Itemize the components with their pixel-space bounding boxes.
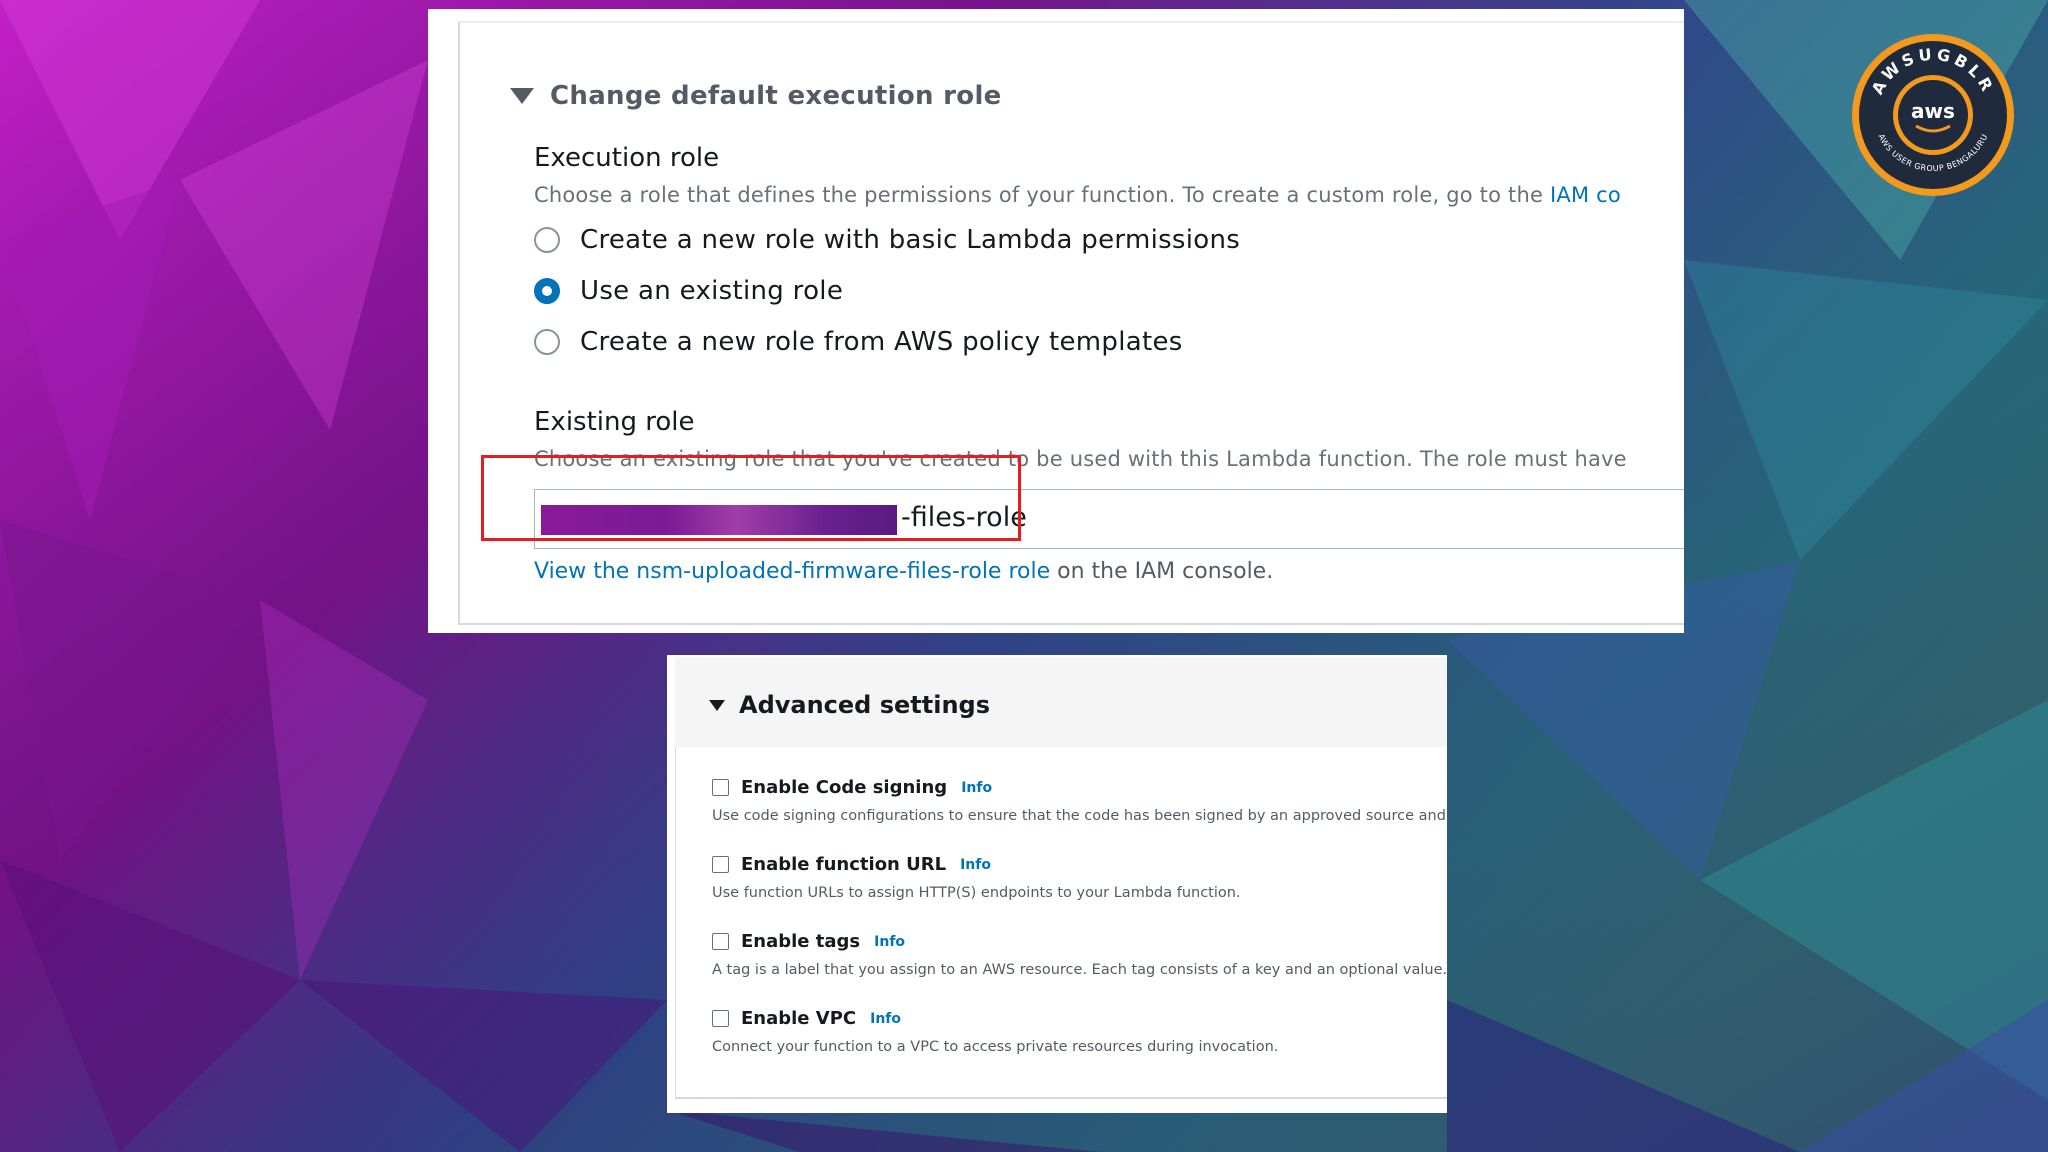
advanced-settings-body: Enable Code signing Info Use code signin… bbox=[675, 747, 1447, 1099]
radio-label: Create a new role from AWS policy templa… bbox=[580, 327, 1183, 357]
existing-role-label: Existing role bbox=[534, 407, 695, 437]
option-label: Enable tags bbox=[741, 931, 861, 952]
radio-label: Use an existing role bbox=[580, 276, 844, 306]
execution-role-label: Execution role bbox=[534, 143, 720, 173]
advanced-settings-expander[interactable]: Advanced settings bbox=[709, 691, 990, 719]
radio-button[interactable] bbox=[534, 329, 560, 355]
option-description: Use function URLs to assign HTTP(S) endp… bbox=[712, 885, 1241, 901]
option-tags: Enable tags Info A tag is a label that y… bbox=[712, 931, 1447, 978]
option-description: A tag is a label that you assign to an A… bbox=[712, 962, 1447, 978]
option-code-signing: Enable Code signing Info Use code signin… bbox=[712, 777, 1446, 824]
caret-down-icon bbox=[709, 699, 725, 711]
info-link[interactable]: Info bbox=[870, 1011, 901, 1027]
info-link[interactable]: Info bbox=[960, 857, 991, 873]
option-label: Enable VPC bbox=[741, 1008, 857, 1029]
view-role-suffix: on the IAM console. bbox=[1057, 559, 1274, 584]
radio-policy-template-role[interactable]: Create a new role from AWS policy templa… bbox=[534, 327, 1183, 357]
execution-role-description-text: Choose a role that defines the permissio… bbox=[534, 183, 1544, 207]
aws-user-group-logo: AWSUGBLR AWS USER GROUP BENGALURU aws bbox=[1852, 34, 2014, 196]
advanced-settings-title: Advanced settings bbox=[739, 691, 991, 719]
change-execution-role-expander[interactable]: Change default execution role bbox=[510, 81, 1002, 111]
option-description: Use code signing configurations to ensur… bbox=[712, 808, 1446, 824]
info-link[interactable]: Info bbox=[961, 780, 992, 796]
function-url-checkbox[interactable] bbox=[712, 856, 729, 873]
iam-console-link[interactable]: IAM co bbox=[1550, 183, 1621, 207]
logo-center-text: aws bbox=[1911, 99, 1955, 123]
advanced-settings-header[interactable]: Advanced settings bbox=[675, 657, 1447, 747]
info-link[interactable]: Info bbox=[874, 934, 905, 950]
code-signing-checkbox[interactable] bbox=[712, 779, 729, 796]
caret-down-icon bbox=[510, 88, 534, 104]
annotation-highlight-box bbox=[481, 455, 1021, 541]
expander-label: Change default execution role bbox=[550, 81, 1002, 111]
option-label: Enable function URL bbox=[741, 854, 947, 875]
vpc-checkbox[interactable] bbox=[712, 1010, 729, 1027]
option-label: Enable Code signing bbox=[741, 777, 948, 798]
advanced-settings-panel: Advanced settings Enable Code signing In… bbox=[667, 655, 1447, 1113]
radio-use-existing-role[interactable]: Use an existing role bbox=[534, 276, 843, 306]
execution-role-description: Choose a role that defines the permissio… bbox=[534, 183, 1621, 207]
option-vpc: Enable VPC Info Connect your function to… bbox=[712, 1008, 1278, 1055]
option-description: Connect your function to a VPC to access… bbox=[712, 1039, 1279, 1055]
view-role-link[interactable]: View the nsm-uploaded-firmware-files-rol… bbox=[534, 559, 1050, 584]
radio-button[interactable] bbox=[534, 227, 560, 253]
option-function-url: Enable function URL Info Use function UR… bbox=[712, 854, 1241, 901]
tags-checkbox[interactable] bbox=[712, 933, 729, 950]
radio-create-basic-role[interactable]: Create a new role with basic Lambda perm… bbox=[534, 225, 1240, 255]
radio-label: Create a new role with basic Lambda perm… bbox=[580, 225, 1241, 255]
view-role-row: View the nsm-uploaded-firmware-files-rol… bbox=[534, 559, 1273, 584]
radio-button-selected[interactable] bbox=[534, 278, 560, 304]
